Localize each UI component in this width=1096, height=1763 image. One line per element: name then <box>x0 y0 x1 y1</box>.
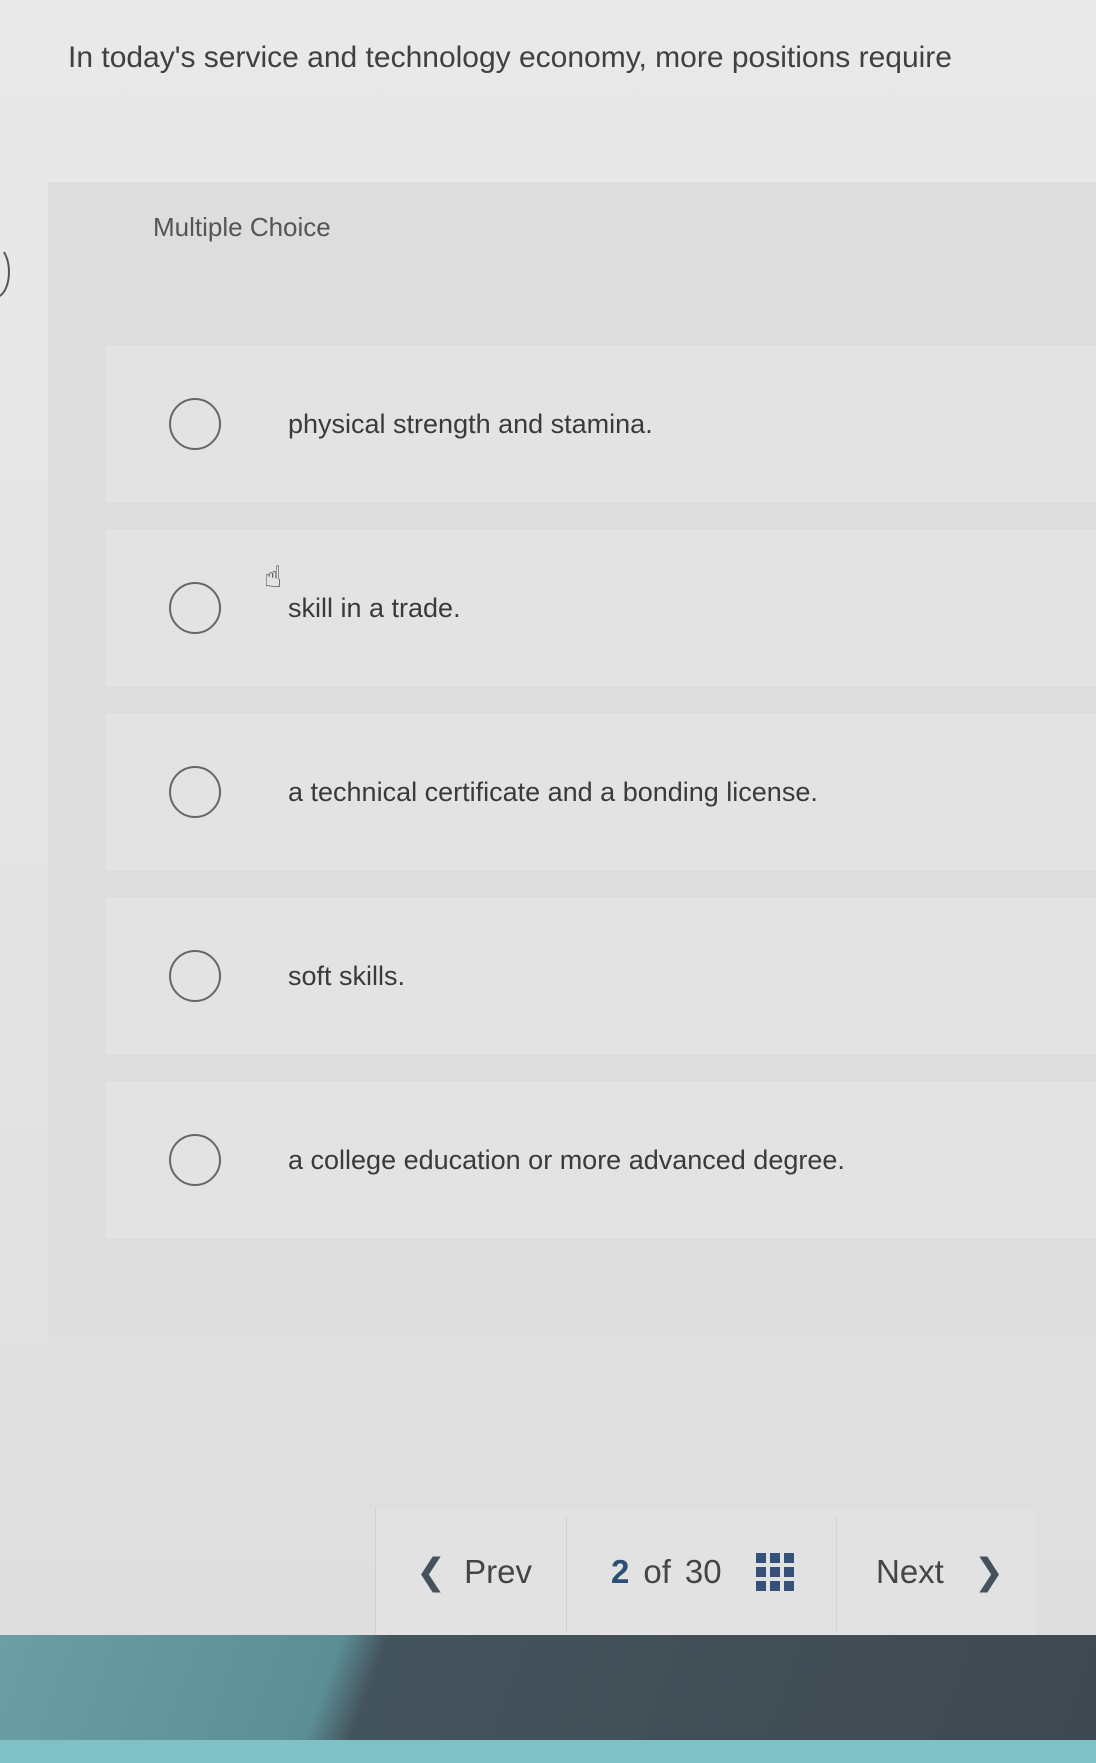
radio-button[interactable] <box>169 950 221 1002</box>
divider <box>566 1516 567 1632</box>
choice-text: a college education or more advanced deg… <box>288 1144 845 1175</box>
left-edge-arc <box>0 246 10 298</box>
choice-text: soft skills. <box>288 960 406 991</box>
multiple-choice-label: Multiple Choice <box>153 212 331 242</box>
chevron-left-icon: ❮ <box>416 1551 447 1592</box>
prev-label: Prev <box>464 1553 533 1590</box>
question-text: In today's service and technology econom… <box>68 41 952 74</box>
of-label: of <box>643 1553 671 1590</box>
question-counter: 2 of 30 <box>611 1542 794 1602</box>
quiz-page: In today's service and technology econom… <box>0 0 1096 1638</box>
choice-option-2[interactable]: skill in a trade. <box>105 529 1096 687</box>
desk-stripe <box>0 1740 1096 1763</box>
next-button[interactable]: Next ❯ <box>876 1542 1004 1602</box>
question-navigation: ❮ Prev 2 of 30 Next ❯ <box>375 1508 1036 1638</box>
radio-button[interactable] <box>169 398 221 450</box>
current-question: 2 <box>611 1553 630 1590</box>
divider <box>836 1516 837 1632</box>
radio-button[interactable] <box>169 766 221 818</box>
chevron-right-icon: ❯ <box>973 1551 1005 1592</box>
choice-text: physical strength and stamina. <box>288 408 653 439</box>
choice-option-3[interactable]: a technical certificate and a bonding li… <box>105 713 1096 871</box>
next-label: Next <box>876 1553 944 1590</box>
choice-option-4[interactable]: soft skills. <box>105 897 1096 1055</box>
prev-button[interactable]: ❮ Prev <box>416 1542 532 1602</box>
choice-text: skill in a trade. <box>288 592 461 623</box>
choice-option-1[interactable]: physical strength and stamina. <box>105 345 1096 503</box>
total-questions: 30 <box>684 1553 722 1590</box>
radio-button[interactable] <box>169 1134 221 1186</box>
choice-option-5[interactable]: a college education or more advanced deg… <box>105 1081 1096 1239</box>
choice-text: a technical certificate and a bonding li… <box>288 776 818 807</box>
grid-icon[interactable] <box>755 1553 794 1591</box>
choice-list: physical strength and stamina. skill in … <box>105 345 1096 1265</box>
radio-button[interactable] <box>169 582 221 634</box>
